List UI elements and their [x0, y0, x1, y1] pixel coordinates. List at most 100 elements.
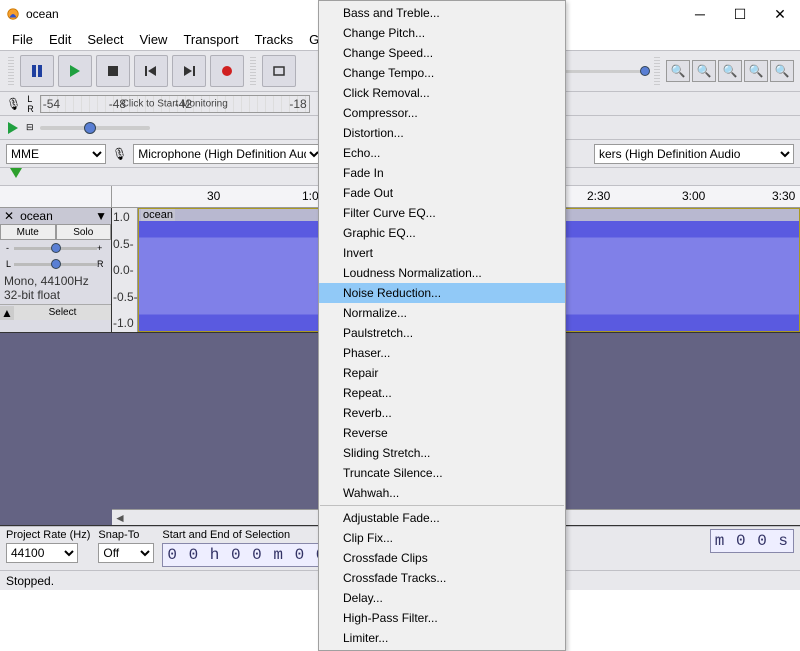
effect-menu-item[interactable]: Echo... [319, 143, 565, 163]
effect-menu-item[interactable]: Filter Curve EQ... [319, 203, 565, 223]
gain-slider[interactable] [14, 247, 97, 250]
audio-position-time[interactable]: m 0 0 s [710, 529, 794, 553]
menu-edit[interactable]: Edit [41, 29, 79, 50]
project-rate-label: Project Rate (Hz) [6, 529, 90, 541]
track-collapse-button[interactable]: ▲ [0, 306, 14, 320]
mic-device-icon: 🎙 [112, 147, 127, 161]
meter-tick: -18 [289, 97, 306, 111]
gain-min-label: - [6, 243, 14, 253]
effect-menu-item[interactable]: Reverse [319, 423, 565, 443]
pan-r-label: R [97, 259, 105, 269]
effect-menu-item[interactable]: Crossfade Tracks... [319, 568, 565, 588]
meter-tick: -54 [43, 97, 60, 111]
effect-menu-item[interactable]: Compressor... [319, 103, 565, 123]
effect-menu-item[interactable]: Change Speed... [319, 43, 565, 63]
effect-menu-item[interactable]: Paulstretch... [319, 323, 565, 343]
zoom-in-button[interactable]: 🔍 [666, 60, 690, 82]
window-title: ocean [26, 7, 59, 21]
minimize-button[interactable]: ─ [680, 0, 720, 28]
gain-max-label: + [97, 243, 105, 253]
timeline-label: 30 [207, 189, 220, 203]
effect-menu-item[interactable]: Repeat... [319, 383, 565, 403]
menu-transport[interactable]: Transport [175, 29, 246, 50]
track-close-button[interactable]: ✕ [0, 209, 18, 223]
menu-select[interactable]: Select [79, 29, 131, 50]
record-button[interactable] [210, 55, 244, 87]
effect-menu-item[interactable]: Bass and Treble... [319, 3, 565, 23]
recording-meter[interactable]: -54 -48 -42 -18 Click to Start Monitorin… [40, 95, 310, 113]
timeline-label: 3:30 [772, 189, 795, 203]
effect-menu-item[interactable]: Change Tempo... [319, 63, 565, 83]
timeline-label: 3:00 [682, 189, 705, 203]
effect-menu-item[interactable]: Loudness Normalization... [319, 263, 565, 283]
track-control-panel: ✕ ocean ▼ Mute Solo - + L R Mono, 44100H… [0, 208, 112, 332]
skip-end-button[interactable] [172, 55, 206, 87]
amplitude-scale: 1.0 0.5- 0.0- -0.5- -1.0 [112, 208, 138, 332]
snap-select[interactable]: Off [98, 543, 154, 563]
loop-button[interactable] [262, 55, 296, 87]
zoom-toggle-button[interactable]: 🔍 [770, 60, 794, 82]
pause-button[interactable] [20, 55, 54, 87]
menu-file[interactable]: File [4, 29, 41, 50]
pan-l-label: L [6, 259, 14, 269]
menu-tracks[interactable]: Tracks [247, 29, 302, 50]
solo-button[interactable]: Solo [56, 224, 112, 240]
play-icon [6, 121, 20, 135]
fit-selection-button[interactable]: 🔍 [718, 60, 742, 82]
mic-icon[interactable]: 🎙 [6, 97, 21, 111]
effect-menu-item[interactable]: Adjustable Fade... [319, 508, 565, 528]
track-select-button[interactable]: Select [14, 305, 111, 320]
effect-menu-item[interactable]: Reverb... [319, 403, 565, 423]
effect-menu-item[interactable]: Phaser... [319, 343, 565, 363]
effect-menu-item[interactable]: Click Removal... [319, 83, 565, 103]
maximize-button[interactable]: ☐ [720, 0, 760, 28]
timeline-label: 2:30 [587, 189, 610, 203]
effect-menu-item[interactable]: Normalize... [319, 303, 565, 323]
effect-menu-item[interactable]: Distortion... [319, 123, 565, 143]
effect-menu-item[interactable]: Truncate Silence... [319, 463, 565, 483]
effect-menu-item[interactable]: Change Pitch... [319, 23, 565, 43]
fit-project-button[interactable]: 🔍 [744, 60, 768, 82]
effect-menu: Bass and Treble...Change Pitch...Change … [318, 0, 566, 651]
menu-view[interactable]: View [132, 29, 176, 50]
pan-slider[interactable] [14, 263, 97, 266]
effect-menu-item[interactable]: Invert [319, 243, 565, 263]
waveform-clip-label: ocean [141, 209, 175, 221]
play-button[interactable] [58, 55, 92, 87]
effect-menu-item[interactable]: Crossfade Clips [319, 548, 565, 568]
dock-grip-2[interactable] [250, 57, 256, 85]
skip-start-button[interactable] [134, 55, 168, 87]
stop-button[interactable] [96, 55, 130, 87]
effect-menu-item[interactable]: Delay... [319, 588, 565, 608]
effect-menu-item[interactable]: Wahwah... [319, 483, 565, 503]
scroll-left-button[interactable]: ◄ [112, 511, 128, 525]
effect-menu-item[interactable]: Fade Out [319, 183, 565, 203]
effect-menu-item[interactable]: Noise Reduction... [319, 283, 565, 303]
effect-menu-item[interactable]: Graphic EQ... [319, 223, 565, 243]
track-menu-button[interactable]: ▼ [91, 209, 111, 223]
playhead-marker-icon[interactable] [10, 168, 22, 178]
menu-separator [320, 505, 564, 506]
zoom-out-button[interactable]: 🔍 [692, 60, 716, 82]
project-rate-select[interactable]: 44100 [6, 543, 78, 563]
snap-label: Snap-To [98, 529, 154, 541]
meter-channel-l: LR [27, 94, 34, 114]
app-logo-icon [6, 7, 20, 21]
meter-hint: Click to Start Monitoring [122, 98, 228, 109]
effect-menu-item[interactable]: Sliding Stretch... [319, 443, 565, 463]
input-device-select[interactable]: Microphone (High Definition Aud [133, 144, 323, 164]
dock-grip-3[interactable] [654, 57, 660, 85]
track-name[interactable]: ocean [18, 209, 91, 223]
effect-menu-item[interactable]: High-Pass Filter... [319, 608, 565, 628]
playback-speed-slider[interactable] [40, 126, 150, 130]
status-text: Stopped. [6, 574, 54, 588]
dock-grip[interactable] [8, 57, 14, 85]
effect-menu-item[interactable]: Repair [319, 363, 565, 383]
effect-menu-item[interactable]: Fade In [319, 163, 565, 183]
effect-menu-item[interactable]: Clip Fix... [319, 528, 565, 548]
effect-menu-item[interactable]: Limiter... [319, 628, 565, 648]
mute-button[interactable]: Mute [0, 224, 56, 240]
audio-host-select[interactable]: MME [6, 144, 106, 164]
close-button[interactable]: ✕ [760, 0, 800, 28]
output-device-select[interactable]: kers (High Definition Audio [594, 144, 794, 164]
